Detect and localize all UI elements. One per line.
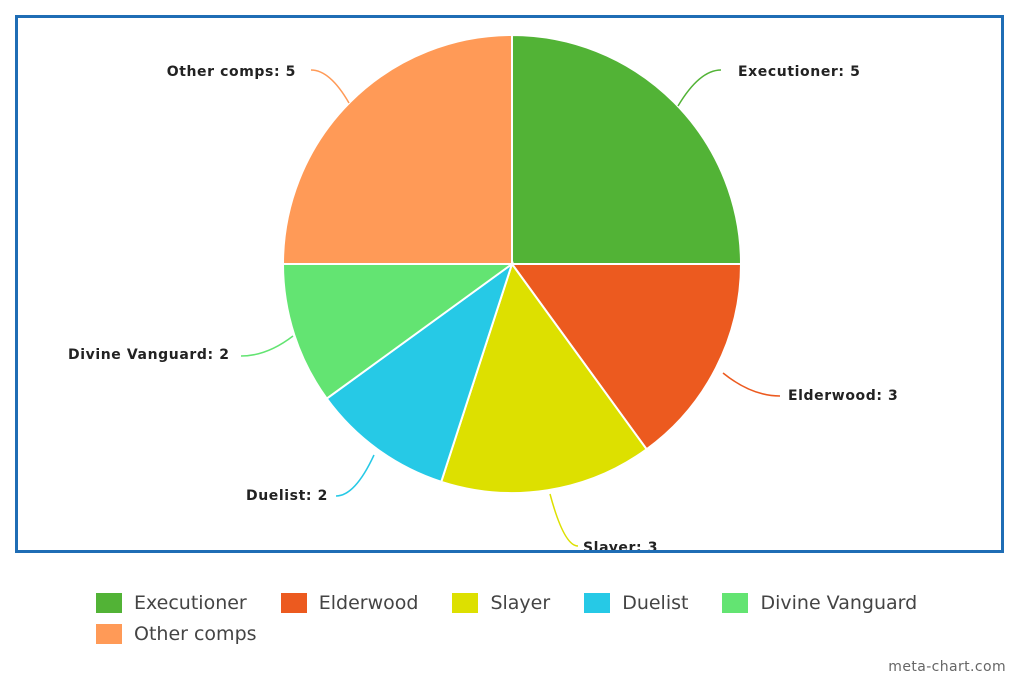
data-label-executioner: Executioner: 5	[738, 64, 860, 80]
legend-swatch	[584, 592, 611, 613]
legend-label: Divine Vanguard	[760, 591, 918, 614]
legend-swatch	[96, 623, 122, 644]
legend-swatch	[722, 592, 749, 613]
legend-item-duelist[interactable]: Duelist	[584, 592, 688, 614]
label-connector	[677, 69, 722, 107]
label-connector	[722, 372, 781, 397]
legend-item-divine-vanguard[interactable]: Divine Vanguard	[722, 592, 917, 614]
legend-item-executioner[interactable]: Executioner	[96, 592, 247, 614]
data-label-other-comps: Other comps: 5	[167, 64, 296, 80]
label-connector	[310, 69, 350, 104]
label-connector	[549, 493, 579, 547]
legend-swatch	[452, 592, 479, 613]
data-label-divine-vanguard: Divine Vanguard: 2	[68, 347, 230, 363]
legend-row-1: Executioner Elderwood Slayer Duelist Div…	[96, 587, 976, 618]
legend-swatch	[280, 592, 307, 613]
data-label-elderwood: Elderwood: 3	[788, 388, 898, 404]
pie-chart: Executioner: 5 Elderwood: 3 Slayer: 3 Dueli…	[68, 33, 898, 550]
legend-swatch	[96, 592, 122, 613]
credit-text: meta-chart.com	[888, 659, 1006, 675]
legend-item-slayer[interactable]: Slayer	[452, 592, 550, 614]
legend-label: Other comps	[134, 622, 257, 645]
legend-label: Slayer	[490, 591, 551, 614]
legend-label: Executioner	[134, 591, 247, 614]
label-connector	[240, 335, 294, 357]
data-label-duelist: Duelist: 2	[246, 488, 328, 504]
chart-frame: Executioner: 5 Elderwood: 3 Slayer: 3 Dueli…	[15, 15, 1004, 553]
pie-slice-other-comps[interactable]	[281, 33, 513, 265]
data-label-slayer: Slayer: 3	[583, 540, 658, 550]
label-connector	[335, 454, 375, 497]
legend-label: Elderwood	[318, 591, 419, 614]
legend-label: Duelist	[622, 591, 689, 614]
legend-item-elderwood[interactable]: Elderwood	[280, 591, 419, 614]
pie-slice-executioner[interactable]	[511, 33, 743, 265]
legend-row-2: Other comps	[96, 618, 976, 649]
legend: Executioner Elderwood Slayer Duelist Div…	[96, 587, 976, 649]
legend-item-other-comps[interactable]: Other comps	[96, 623, 257, 645]
